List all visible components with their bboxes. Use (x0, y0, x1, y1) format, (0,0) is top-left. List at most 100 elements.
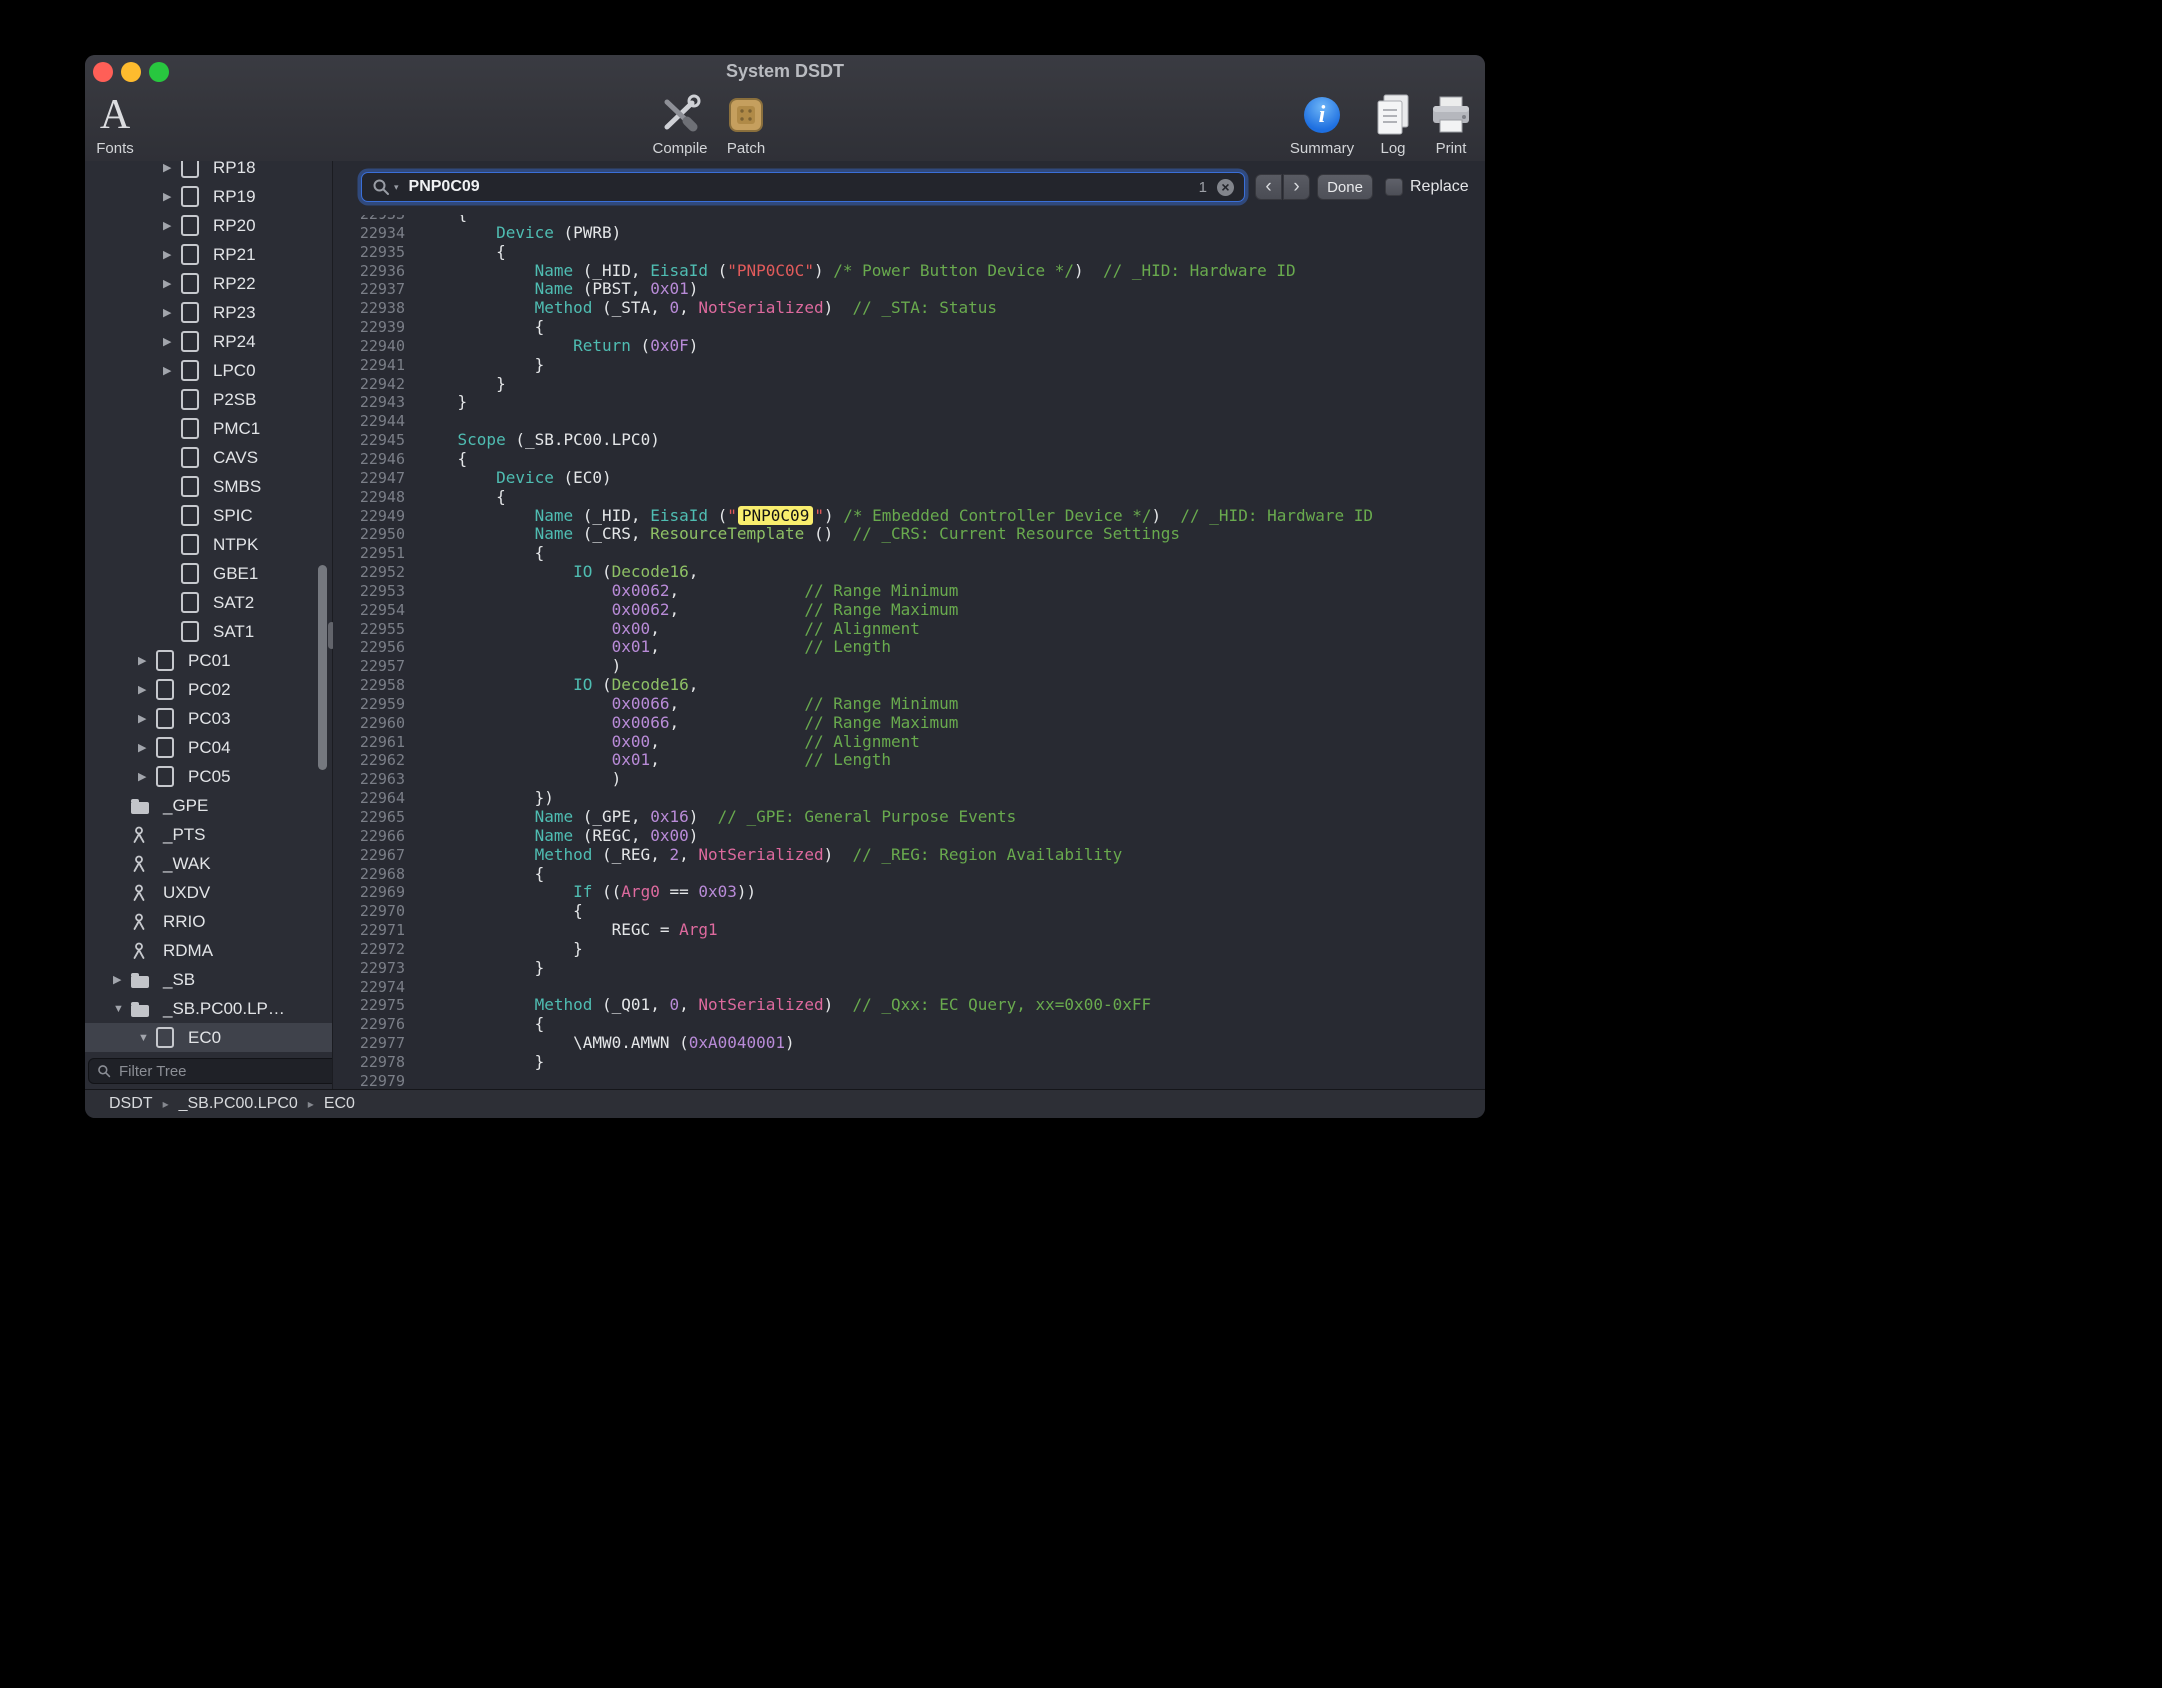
find-previous-button[interactable]: ‹ (1255, 174, 1282, 200)
code-line[interactable]: 22937 Name (PBST, 0x01) (333, 280, 1485, 299)
code-line[interactable]: 22956 0x01, // Length (333, 638, 1485, 657)
tree-item-rp23[interactable]: ▶RP23 (85, 298, 332, 327)
filter-input[interactable] (117, 1062, 333, 1081)
code-line[interactable]: 22974 (333, 978, 1485, 997)
tree-item-gpe[interactable]: _GPE (85, 791, 332, 820)
code-line[interactable]: 22942 } (333, 375, 1485, 394)
breadcrumb-item[interactable]: DSDT (109, 1095, 153, 1113)
tree-item-pc03[interactable]: ▶PC03 (85, 704, 332, 733)
search-input[interactable] (407, 177, 1195, 197)
code-line[interactable]: 22962 0x01, // Length (333, 751, 1485, 770)
tree-item-spic[interactable]: SPIC (85, 501, 332, 530)
code-line[interactable]: 22968 { (333, 865, 1485, 884)
tree-item-pc05[interactable]: ▶PC05 (85, 762, 332, 791)
tree-item-ntpk[interactable]: NTPK (85, 530, 332, 559)
tree-item-lpc0[interactable]: ▶LPC0 (85, 356, 332, 385)
code-line[interactable]: 22966 Name (REGC, 0x00) (333, 827, 1485, 846)
code-line[interactable]: 22951 { (333, 544, 1485, 563)
code-line[interactable]: 22978 } (333, 1053, 1485, 1072)
code-line[interactable]: 22979 (333, 1072, 1485, 1090)
tree-item-rdma[interactable]: RDMA (85, 936, 332, 965)
tree-item-ec0[interactable]: ▼EC0 (85, 1023, 332, 1052)
code-line[interactable]: 22972 } (333, 940, 1485, 959)
search-options-chevron-icon[interactable]: ▾ (394, 182, 399, 193)
code-line[interactable]: 22935 { (333, 243, 1485, 262)
disclosure-triangle-right-icon[interactable]: ▶ (138, 770, 156, 783)
tree-item-rp21[interactable]: ▶RP21 (85, 240, 332, 269)
disclosure-triangle-right-icon[interactable]: ▶ (163, 277, 181, 290)
tree-item-pc04[interactable]: ▶PC04 (85, 733, 332, 762)
disclosure-triangle-right-icon[interactable]: ▶ (163, 364, 181, 377)
tree-item-sb-pc00-lp[interactable]: ▼_SB.PC00.LP… (85, 994, 332, 1023)
code-line[interactable]: 22958 IO (Decode16, (333, 676, 1485, 695)
tree-item-rp22[interactable]: ▶RP22 (85, 269, 332, 298)
disclosure-triangle-right-icon[interactable]: ▶ (163, 306, 181, 319)
toolbar-print-button[interactable]: Print (1406, 91, 1485, 157)
tree-item-rrio[interactable]: RRIO (85, 907, 332, 936)
code-line[interactable]: 22952 IO (Decode16, (333, 563, 1485, 582)
disclosure-triangle-right-icon[interactable]: ▶ (163, 219, 181, 232)
code-line[interactable]: 22965 Name (_GPE, 0x16) // _GPE: General… (333, 808, 1485, 827)
disclosure-triangle-right-icon[interactable]: ▶ (138, 741, 156, 754)
tree-item-smbs[interactable]: SMBS (85, 472, 332, 501)
filter-tree-field[interactable] (88, 1058, 333, 1084)
breadcrumb-item[interactable]: _SB.PC00.LPC0 (179, 1095, 298, 1113)
tree-item-rp20[interactable]: ▶RP20 (85, 211, 332, 240)
code-line[interactable]: 22944 (333, 412, 1485, 431)
code-line[interactable]: 22970 { (333, 902, 1485, 921)
disclosure-triangle-right-icon[interactable]: ▶ (138, 683, 156, 696)
code-line[interactable]: 22948 { (333, 488, 1485, 507)
disclosure-triangle-down-icon[interactable]: ▼ (113, 1003, 131, 1015)
code-line[interactable]: 22963 ) (333, 770, 1485, 789)
code-line[interactable]: 22936 Name (_HID, EisaId ("PNP0C0C") /* … (333, 262, 1485, 281)
tree-item-sat2[interactable]: SAT2 (85, 588, 332, 617)
tree-item-sb[interactable]: ▶_SB (85, 965, 332, 994)
code-line[interactable]: 22969 If ((Arg0 == 0x03)) (333, 883, 1485, 902)
code-line[interactable]: 22938 Method (_STA, 0, NotSerialized) //… (333, 299, 1485, 318)
search-field[interactable]: ▾ 1 × (361, 172, 1245, 202)
disclosure-triangle-down-icon[interactable]: ▼ (138, 1032, 156, 1044)
code-editor[interactable]: 22933 {22934 Device (PWRB)22935 {22936 N… (333, 215, 1485, 1090)
code-line[interactable]: 22957 ) (333, 657, 1485, 676)
code-line[interactable]: 22977 \AMW0.AMWN (0xA0040001) (333, 1034, 1485, 1053)
tree-item-p2sb[interactable]: P2SB (85, 385, 332, 414)
tree-item-pc02[interactable]: ▶PC02 (85, 675, 332, 704)
clear-search-icon[interactable]: × (1217, 179, 1234, 196)
code-line[interactable]: 22975 Method (_Q01, 0, NotSerialized) //… (333, 996, 1485, 1015)
code-line[interactable]: 22934 Device (PWRB) (333, 224, 1485, 243)
code-line[interactable]: 22949 Name (_HID, EisaId ("PNP0C09") /* … (333, 507, 1485, 526)
disclosure-triangle-right-icon[interactable]: ▶ (163, 335, 181, 348)
code-line[interactable]: 22964 }) (333, 789, 1485, 808)
tree-item-rp18[interactable]: ▶RP18 (85, 161, 332, 182)
done-button[interactable]: Done (1317, 174, 1373, 200)
code-line[interactable]: 22954 0x0062, // Range Maximum (333, 601, 1485, 620)
tree-item-pts[interactable]: _PTS (85, 820, 332, 849)
tree-item-cavs[interactable]: CAVS (85, 443, 332, 472)
replace-checkbox[interactable] (1385, 178, 1403, 196)
code-line[interactable]: 22941 } (333, 356, 1485, 375)
tree-item-pc01[interactable]: ▶PC01 (85, 646, 332, 675)
disclosure-triangle-right-icon[interactable]: ▶ (138, 654, 156, 667)
code-line[interactable]: 22971 REGC = Arg1 (333, 921, 1485, 940)
toolbar-patch-button[interactable]: Patch (701, 91, 791, 157)
code-line[interactable]: 22940 Return (0x0F) (333, 337, 1485, 356)
tree-item-uxdv[interactable]: UXDV (85, 878, 332, 907)
code-line[interactable]: 22946 { (333, 450, 1485, 469)
toolbar-fonts-button[interactable]: A Fonts (85, 91, 160, 157)
sidebar-scrollbar-thumb[interactable] (318, 565, 327, 770)
code-line[interactable]: 22976 { (333, 1015, 1485, 1034)
code-line[interactable]: 22967 Method (_REG, 2, NotSerialized) //… (333, 846, 1485, 865)
disclosure-triangle-right-icon[interactable]: ▶ (163, 190, 181, 203)
find-next-button[interactable]: › (1283, 174, 1310, 200)
window-header[interactable]: System DSDT A Fonts Compile (85, 55, 1485, 162)
disclosure-triangle-right-icon[interactable]: ▶ (163, 161, 181, 174)
breadcrumb-item[interactable]: EC0 (324, 1095, 355, 1113)
code-line[interactable]: 22943 } (333, 393, 1485, 412)
tree-item-wak[interactable]: _WAK (85, 849, 332, 878)
code-line[interactable]: 22973 } (333, 959, 1485, 978)
code-line[interactable]: 22961 0x00, // Alignment (333, 733, 1485, 752)
tree-item-rp19[interactable]: ▶RP19 (85, 182, 332, 211)
code-line[interactable]: 22950 Name (_CRS, ResourceTemplate () //… (333, 525, 1485, 544)
code-line[interactable]: 22953 0x0062, // Range Minimum (333, 582, 1485, 601)
code-line[interactable]: 22945 Scope (_SB.PC00.LPC0) (333, 431, 1485, 450)
